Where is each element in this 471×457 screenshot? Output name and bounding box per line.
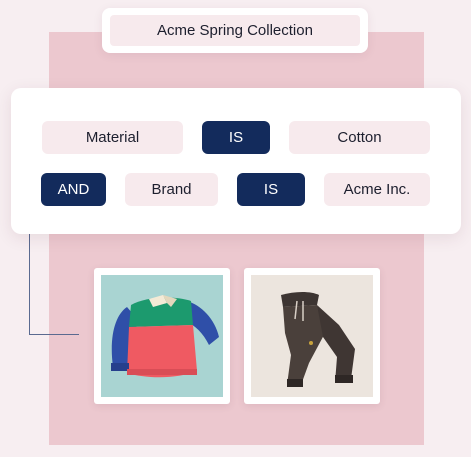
collection-title: Acme Spring Collection [110,15,360,46]
filter-value-cotton[interactable]: Cotton [289,121,430,154]
product-card[interactable] [244,268,380,404]
product-card[interactable] [94,268,230,404]
filter-panel: Material IS Cotton AND Brand IS Acme Inc… [11,88,461,234]
filter-value-acme-inc[interactable]: Acme Inc. [324,173,430,206]
filter-field-brand[interactable]: Brand [125,173,218,206]
filter-operator-is-2[interactable]: IS [237,173,305,206]
filter-connector-line [29,220,79,335]
striped-sweater-image [101,275,223,397]
collection-title-card: Acme Spring Collection [102,8,368,53]
filter-operator-is-1[interactable]: IS [202,121,270,154]
filter-joiner-and[interactable]: AND [41,173,106,206]
jogger-pants-image [251,275,373,397]
filter-field-material[interactable]: Material [42,121,183,154]
